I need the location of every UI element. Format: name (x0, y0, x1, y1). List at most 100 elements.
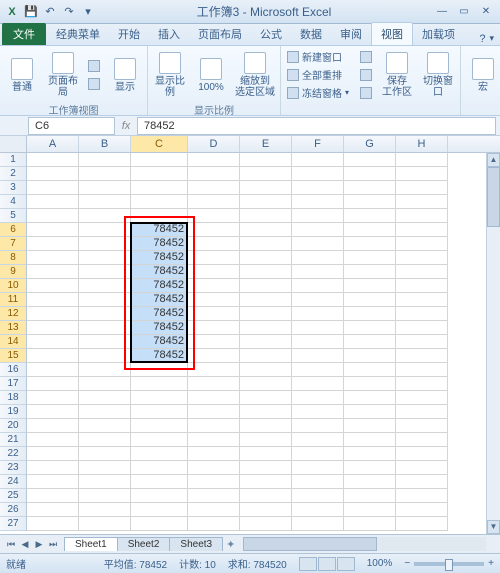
row-header-4[interactable]: 4 (0, 195, 26, 209)
cell-H2[interactable] (396, 167, 448, 181)
cell-B17[interactable] (79, 377, 131, 391)
cell-C10[interactable]: 78452 (131, 279, 188, 293)
cell-G16[interactable] (344, 363, 396, 377)
cell-B22[interactable] (79, 447, 131, 461)
cell-E20[interactable] (240, 419, 292, 433)
cell-F19[interactable] (292, 405, 344, 419)
cell-G8[interactable] (344, 251, 396, 265)
name-box[interactable]: C6 (28, 117, 115, 135)
tab-加载项[interactable]: 加载项 (413, 23, 464, 45)
cell-G10[interactable] (344, 279, 396, 293)
cell-A11[interactable] (27, 293, 79, 307)
row-header-7[interactable]: 7 (0, 237, 26, 251)
redo-icon[interactable]: ↷ (61, 4, 77, 20)
cell-D21[interactable] (188, 433, 240, 447)
cell-H18[interactable] (396, 391, 448, 405)
col-header-F[interactable]: F (292, 136, 344, 152)
split-button[interactable] (357, 48, 375, 65)
row-header-27[interactable]: 27 (0, 517, 26, 531)
cell-E7[interactable] (240, 237, 292, 251)
horizontal-scrollbar[interactable] (243, 537, 486, 551)
scroll-down-icon[interactable]: ▼ (487, 520, 500, 534)
cell-E6[interactable] (240, 223, 292, 237)
custom-views-button[interactable] (85, 58, 103, 75)
cell-E19[interactable] (240, 405, 292, 419)
minimize-button[interactable]: — (432, 4, 452, 20)
tab-审阅[interactable]: 审阅 (331, 23, 371, 45)
col-header-B[interactable]: B (79, 136, 131, 152)
cell-A9[interactable] (27, 265, 79, 279)
vertical-scrollbar[interactable]: ▲ ▼ (486, 153, 500, 534)
cell-H13[interactable] (396, 321, 448, 335)
cell-B24[interactable] (79, 475, 131, 489)
cell-H10[interactable] (396, 279, 448, 293)
cell-H6[interactable] (396, 223, 448, 237)
cell-A27[interactable] (27, 517, 79, 531)
cell-D10[interactable] (188, 279, 240, 293)
cell-A18[interactable] (27, 391, 79, 405)
cell-F4[interactable] (292, 195, 344, 209)
cell-B14[interactable] (79, 335, 131, 349)
cell-C26[interactable] (131, 503, 188, 517)
hscroll-thumb[interactable] (243, 537, 376, 551)
minimize-ribbon-icon[interactable]: ▾ (489, 33, 494, 45)
cell-A24[interactable] (27, 475, 79, 489)
arrange-all-button[interactable]: 全部重排 (284, 66, 352, 83)
sheet-nav-prev[interactable]: ◀ (18, 539, 32, 550)
cell-D2[interactable] (188, 167, 240, 181)
cell-H26[interactable] (396, 503, 448, 517)
cell-F6[interactable] (292, 223, 344, 237)
cell-H8[interactable] (396, 251, 448, 265)
cell-F17[interactable] (292, 377, 344, 391)
row-header-21[interactable]: 21 (0, 433, 26, 447)
cell-F23[interactable] (292, 461, 344, 475)
cell-H3[interactable] (396, 181, 448, 195)
row-header-15[interactable]: 15 (0, 349, 26, 363)
cell-D8[interactable] (188, 251, 240, 265)
cell-G4[interactable] (344, 195, 396, 209)
undo-icon[interactable]: ↶ (42, 4, 58, 20)
zoom-in-icon[interactable]: + (488, 558, 494, 569)
cell-E17[interactable] (240, 377, 292, 391)
cell-D13[interactable] (188, 321, 240, 335)
cell-D12[interactable] (188, 307, 240, 321)
cell-H24[interactable] (396, 475, 448, 489)
cell-H20[interactable] (396, 419, 448, 433)
cell-H15[interactable] (396, 349, 448, 363)
row-header-16[interactable]: 16 (0, 363, 26, 377)
cell-D5[interactable] (188, 209, 240, 223)
normal-view-button[interactable]: 普通 (3, 48, 41, 102)
cell-H22[interactable] (396, 447, 448, 461)
spreadsheet-grid[interactable]: ABCDEFGH 1234567891011121314151617181920… (0, 136, 500, 534)
cell-D16[interactable] (188, 363, 240, 377)
cell-E2[interactable] (240, 167, 292, 181)
cell-C20[interactable] (131, 419, 188, 433)
cell-C14[interactable]: 78452 (131, 335, 188, 349)
cell-C7[interactable]: 78452 (131, 237, 188, 251)
cell-G12[interactable] (344, 307, 396, 321)
row-header-3[interactable]: 3 (0, 181, 26, 195)
cell-G20[interactable] (344, 419, 396, 433)
col-header-A[interactable]: A (27, 136, 79, 152)
close-button[interactable]: ✕ (476, 4, 496, 20)
cell-B25[interactable] (79, 489, 131, 503)
row-header-18[interactable]: 18 (0, 391, 26, 405)
show-button[interactable]: 显示 (106, 48, 144, 102)
cell-F26[interactable] (292, 503, 344, 517)
cell-H14[interactable] (396, 335, 448, 349)
scroll-up-icon[interactable]: ▲ (487, 153, 500, 167)
cell-C12[interactable]: 78452 (131, 307, 188, 321)
cell-C1[interactable] (131, 153, 188, 167)
cell-D24[interactable] (188, 475, 240, 489)
switch-windows-button[interactable]: 切换窗口 (419, 48, 457, 102)
sheet-tab-Sheet2[interactable]: Sheet2 (117, 537, 171, 551)
cell-F8[interactable] (292, 251, 344, 265)
cell-B1[interactable] (79, 153, 131, 167)
cell-D25[interactable] (188, 489, 240, 503)
row-header-8[interactable]: 8 (0, 251, 26, 265)
cell-H19[interactable] (396, 405, 448, 419)
qat-more-icon[interactable]: ▾ (80, 4, 96, 20)
cell-H21[interactable] (396, 433, 448, 447)
cell-A1[interactable] (27, 153, 79, 167)
cell-D1[interactable] (188, 153, 240, 167)
